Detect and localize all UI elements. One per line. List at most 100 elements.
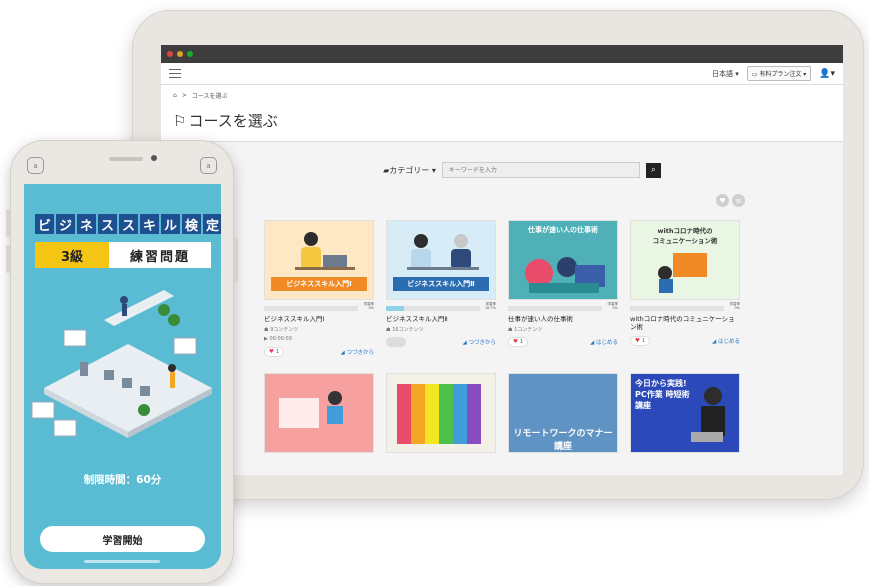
page-title-text: コースを選ぶ: [188, 112, 278, 130]
power-button: [234, 237, 238, 283]
continue-link[interactable]: ◢ つづきから: [463, 338, 497, 346]
quiz-title-char: ネ: [77, 214, 96, 234]
search-icon[interactable]: ⌕: [645, 162, 661, 178]
quiz-title: ビ ジ ネ ス ス キ ル 検 定: [35, 214, 221, 234]
course-thumbnail-heading: リモートワークのマナー講座: [513, 429, 613, 453]
progress-row: 学習率 0%: [630, 302, 740, 311]
user-icon[interactable]: 👤▾: [819, 69, 835, 79]
fast-worker-illustration: [525, 257, 605, 293]
course-thumbnail[interactable]: 今日から実践! PC作業 時短術講座: [630, 373, 740, 454]
course-thumbnail-label: ビジネススキル入門Ⅱ: [393, 277, 489, 291]
start-link[interactable]: ◢ はじめる: [712, 337, 740, 345]
start-study-button[interactable]: 学習開始: [40, 526, 205, 552]
heart-icon: ♥: [635, 338, 640, 345]
grid-view-icon[interactable]: ♥: [716, 194, 729, 207]
like-count: 1: [641, 338, 646, 345]
quiz-title-char: ス: [119, 214, 138, 234]
breadcrumb-current: コースを選ぶ: [191, 93, 228, 100]
like-count: 1: [275, 349, 280, 356]
start-link[interactable]: ◢ はじめる: [590, 338, 618, 346]
paid-plan-button[interactable]: ▭ 有料プラン注文 ▾: [746, 66, 812, 81]
course-thumbnail[interactable]: [264, 373, 374, 454]
course-card[interactable]: [264, 373, 374, 454]
content-count-text: 16コンテンツ: [392, 327, 424, 334]
breadcrumb-area: ⌂ > コースを選ぶ ⚐ コースを選ぶ: [161, 85, 843, 142]
course-thumbnail[interactable]: ビジネススキル入門Ⅱ: [386, 220, 496, 300]
duration: ▶ 00:00:09: [264, 336, 292, 343]
quiz-title-char: キ: [140, 214, 159, 234]
remote-meeting-illustration: [658, 253, 707, 293]
course-title[interactable]: ビジネススキル入門Ⅰ: [264, 315, 374, 324]
progress-bar: [508, 305, 602, 311]
progress-value: 0%: [368, 305, 374, 310]
progress-row: 学習率 18.7%: [386, 302, 496, 311]
course-thumbnail[interactable]: withコロナ時代の コミュニケーション術: [630, 220, 740, 300]
close-dot[interactable]: [167, 51, 173, 57]
speaker: [109, 157, 143, 161]
language-selector[interactable]: 日本語 ▾: [712, 69, 739, 79]
tablet-device: 日本語 ▾ ▭ 有料プラン注文 ▾ 👤▾ ⌂ > コースを選ぶ ⚐ コースを選ぶ…: [132, 10, 864, 500]
course-grid: ビジネススキル入門Ⅰ 学習率 0% ビジネススキル入門Ⅰ ☗ 9コンテンツ ▶ 0…: [264, 220, 742, 454]
keyword-search-input[interactable]: [441, 162, 640, 178]
card-actions: ♥ 1 ◢ はじめる: [508, 337, 618, 348]
course-thumbnail[interactable]: ビジネススキル入門Ⅰ: [264, 220, 374, 300]
progress-bar: [264, 305, 358, 311]
page-title: ⚐ コースを選ぶ: [173, 110, 831, 131]
course-card[interactable]: ビジネススキル入門Ⅰ 学習率 0% ビジネススキル入門Ⅰ ☗ 9コンテンツ ▶ 0…: [264, 220, 375, 358]
volume-down-button: [6, 245, 10, 273]
phone-screen: ビ ジ ネ ス ス キ ル 検 定 3級 練習問題 制限時間：60分 学習開始: [24, 184, 221, 569]
progress-value: 0%: [734, 305, 740, 310]
course-card[interactable]: [386, 373, 496, 454]
filter-row: ▰カテゴリー ▾ ⌕: [201, 162, 843, 178]
progress-bar: [386, 305, 480, 311]
course-thumbnail[interactable]: 仕事が速い人の仕事術: [508, 220, 618, 300]
course-thumbnail[interactable]: リモートワークのマナー講座: [508, 373, 618, 454]
card-actions: ♥ 1 ◢ はじめる: [630, 336, 740, 347]
time-limit: 制限時間：60分: [83, 474, 162, 486]
course-card[interactable]: 仕事が速い人の仕事術 学習率 0% 仕事が速い人の仕事術 ☗ 1コンテンツ ♥ …: [508, 220, 618, 357]
home-icon[interactable]: ⌂: [173, 92, 177, 99]
progress-fill: [386, 305, 404, 311]
duration-text: 00:00:09: [269, 336, 292, 343]
course-card[interactable]: 今日から実践! PC作業 時短術講座: [630, 373, 740, 454]
like-button[interactable]: ♥ 1: [630, 336, 651, 347]
quiz-title-char: ビ: [35, 214, 54, 234]
heart-icon: ♥: [269, 349, 274, 356]
maximize-dot[interactable]: [187, 51, 193, 57]
course-title[interactable]: withコロナ時代のコミュニケーション術: [630, 315, 740, 333]
category-dropdown[interactable]: ▰カテゴリー ▾: [383, 165, 436, 176]
continue-link[interactable]: ◢ つづきから: [341, 348, 375, 356]
course-title[interactable]: 仕事が速い人の仕事術: [508, 315, 618, 324]
card-actions: ♥ 0 ◢ つづきから: [386, 337, 497, 348]
tablet-screen: 日本語 ▾ ▭ 有料プラン注文 ▾ 👤▾ ⌂ > コースを選ぶ ⚐ コースを選ぶ…: [161, 45, 843, 475]
progress-value: 18.7%: [484, 305, 496, 310]
course-card[interactable]: ビジネススキル入門Ⅱ 学習率 18.7% ビジネススキル入門Ⅱ ☗ 16コンテンツ…: [386, 220, 496, 357]
progress-row: 学習率 0%: [264, 302, 374, 311]
heart-icon: ♥: [513, 339, 518, 346]
course-card[interactable]: リモートワークのマナー講座: [508, 373, 618, 454]
action-label: はじめる: [717, 339, 740, 346]
like-button[interactable]: ♥ 1: [264, 347, 285, 358]
like-button[interactable]: ♥ 1: [508, 337, 529, 348]
course-thumbnail-label: ビジネススキル入門Ⅰ: [271, 277, 367, 291]
hamburger-icon[interactable]: [169, 69, 181, 78]
sensor-icon: a: [27, 157, 44, 174]
like-count: 1: [519, 339, 524, 346]
language-label: 日本語: [712, 69, 733, 78]
smartphone-device: a a ビ ジ ネ ス ス キ ル 検 定 3級 練習問題 制限時間：60分 学…: [6, 140, 238, 584]
like-button[interactable]: ♥ 0: [386, 337, 407, 348]
content-count: ☗ 9コンテンツ: [264, 327, 299, 334]
minimize-dot[interactable]: [177, 51, 183, 57]
action-label: つづきから: [468, 340, 496, 347]
progress-row: 学習率 0%: [508, 302, 618, 311]
action-label: つづきから: [346, 350, 374, 357]
list-view-icon[interactable]: ≡: [732, 194, 745, 207]
course-card[interactable]: withコロナ時代の コミュニケーション術 学習率 0% withコロナ時代のコミ…: [630, 220, 740, 357]
heart-icon: ♥: [391, 339, 396, 346]
businessman-illustration: [691, 387, 725, 443]
course-thumbnail[interactable]: [386, 373, 496, 454]
course-title[interactable]: ビジネススキル入門Ⅱ: [386, 315, 496, 324]
practice-label: 練習問題: [109, 242, 211, 268]
view-toggles: ♥ ≡: [716, 194, 745, 207]
course-list-area: ▰カテゴリー ▾ ⌕ ♥ ≡: [161, 142, 843, 454]
